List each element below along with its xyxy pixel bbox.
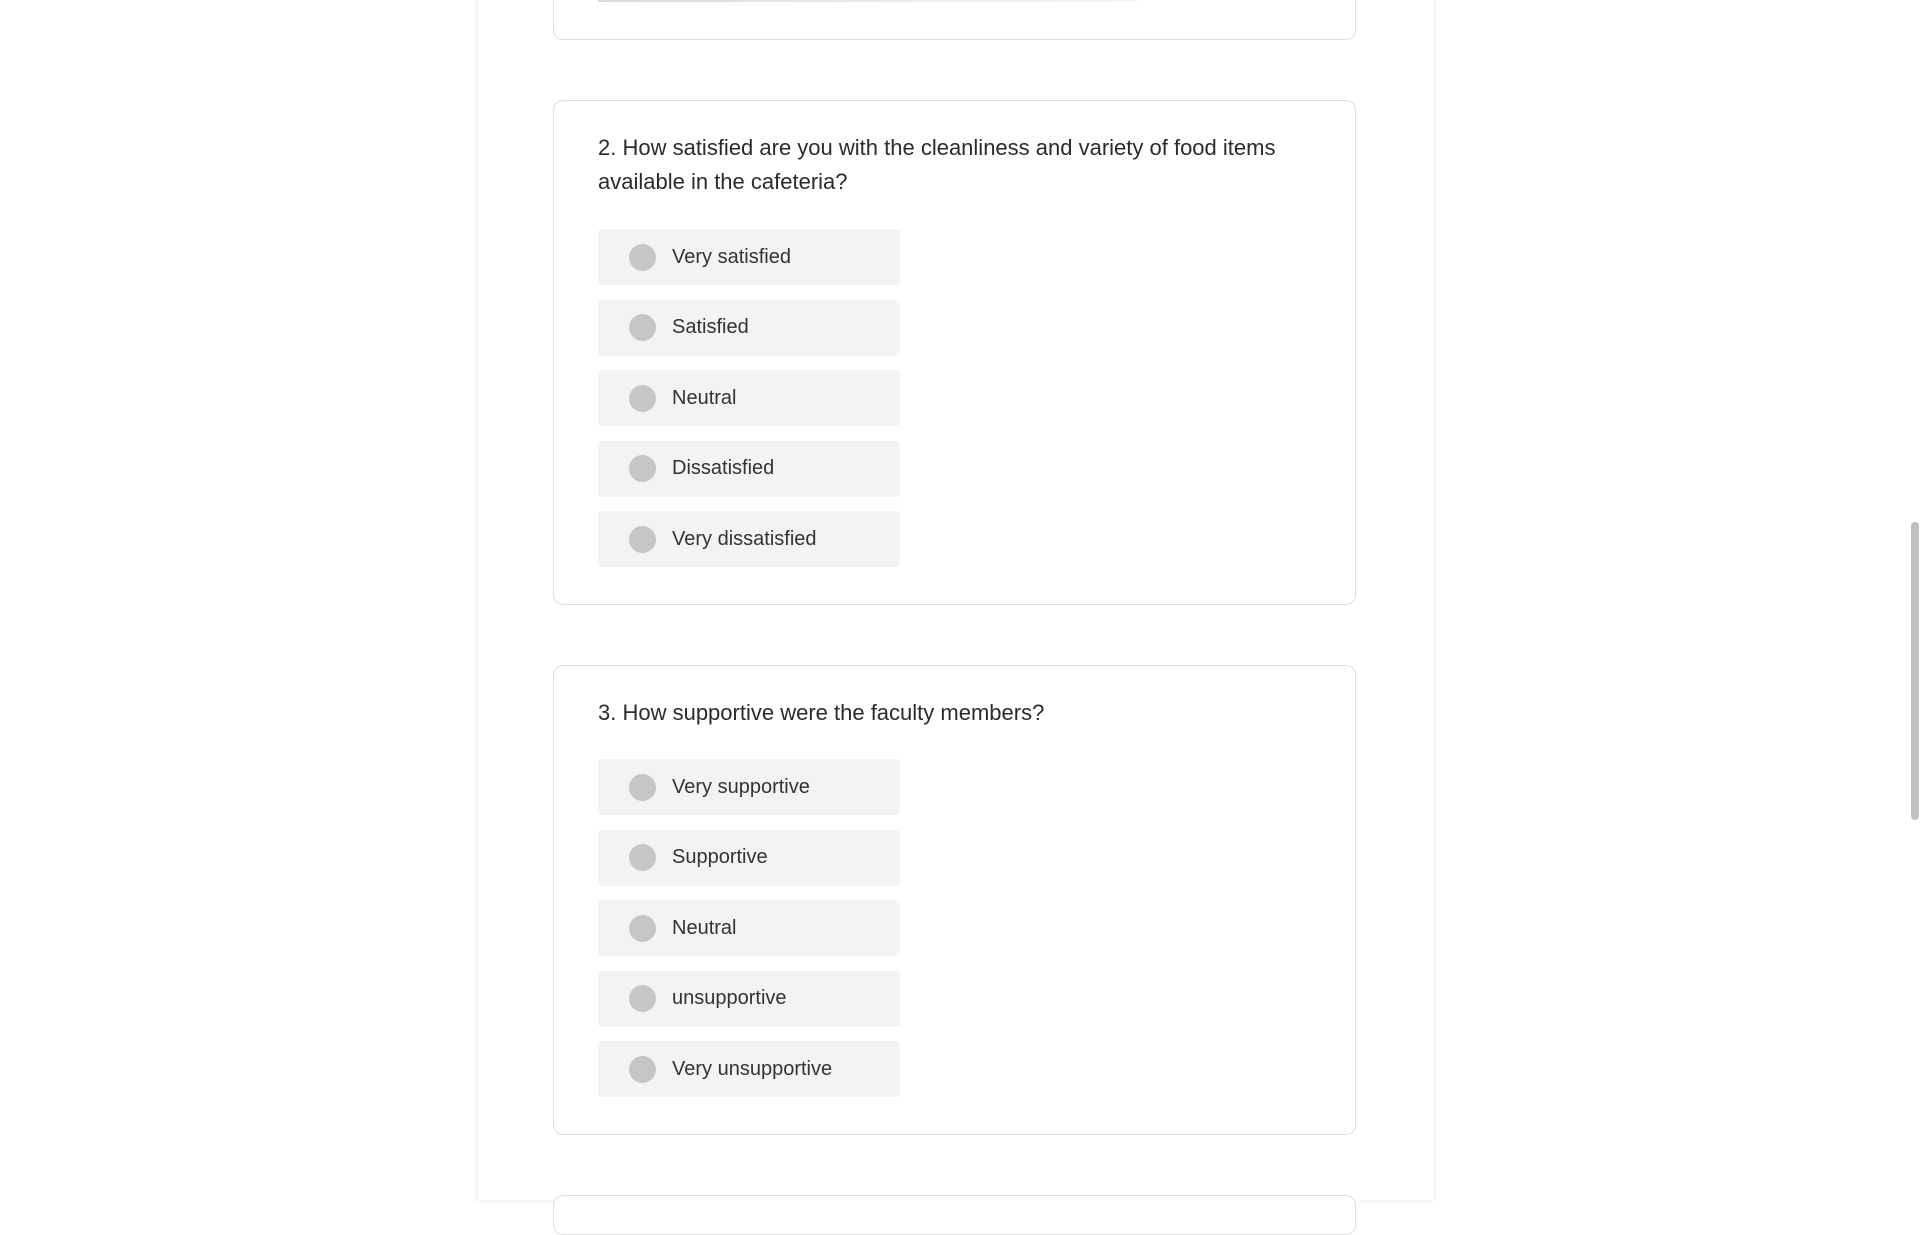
- radio-button[interactable]: [629, 243, 656, 271]
- option-neutral[interactable]: Neutral: [598, 900, 900, 956]
- radio-button[interactable]: [629, 985, 656, 1012]
- option-label: Neutral: [672, 916, 737, 939]
- option-label: Very satisfied: [672, 245, 791, 268]
- option-very-unsupportive[interactable]: Very unsupportive: [598, 1041, 900, 1097]
- option-label: Neutral: [672, 386, 737, 409]
- option-very-satisfied[interactable]: Very satisfied: [598, 229, 900, 285]
- scrollbar-thumb[interactable]: [1911, 522, 1919, 820]
- option-label: Very supportive: [672, 775, 810, 798]
- form-column: 2. How satisfied are you with the cleanl…: [478, 0, 1433, 1235]
- radio-button[interactable]: [629, 455, 656, 482]
- option-very-supportive[interactable]: Very supportive: [598, 759, 900, 815]
- previous-question-slider[interactable]: [598, 0, 1138, 2]
- radio-button[interactable]: [629, 914, 656, 942]
- option-label: Very unsupportive: [672, 1057, 833, 1080]
- option-label: Supportive: [672, 846, 768, 868]
- question-title: 2. How satisfied are you with the cleanl…: [598, 135, 1276, 194]
- radio-button[interactable]: [629, 314, 656, 341]
- answer-options: Very satisfied Satisfied Neutral Dissati…: [598, 229, 900, 582]
- option-label: Satisfied: [672, 316, 749, 338]
- previous-question-card: [553, 0, 1356, 40]
- answer-options: Very supportive Supportive Neutral unsup…: [598, 759, 900, 1112]
- option-dissatisfied[interactable]: Dissatisfied: [598, 440, 900, 497]
- option-unsupportive[interactable]: unsupportive: [598, 970, 900, 1027]
- option-supportive[interactable]: Supportive: [598, 829, 900, 886]
- radio-button[interactable]: [629, 1055, 656, 1083]
- option-satisfied[interactable]: Satisfied: [598, 299, 900, 356]
- radio-button[interactable]: [629, 773, 656, 801]
- radio-button[interactable]: [629, 384, 656, 412]
- question-card-3: 3. How supportive were the faculty membe…: [553, 665, 1356, 1135]
- option-label: Very dissatisfied: [672, 527, 817, 550]
- radio-button[interactable]: [629, 844, 656, 871]
- option-label: unsupportive: [672, 987, 787, 1009]
- radio-button[interactable]: [629, 525, 656, 553]
- next-question-card: [553, 1195, 1356, 1235]
- question-title: 3. How supportive were the faculty membe…: [598, 700, 1045, 725]
- question-card-2: 2. How satisfied are you with the cleanl…: [553, 100, 1356, 605]
- option-very-dissatisfied[interactable]: Very dissatisfied: [598, 511, 900, 567]
- option-label: Dissatisfied: [672, 457, 775, 479]
- option-neutral[interactable]: Neutral: [598, 370, 900, 426]
- page-scrollbar[interactable]: [1910, 0, 1920, 1200]
